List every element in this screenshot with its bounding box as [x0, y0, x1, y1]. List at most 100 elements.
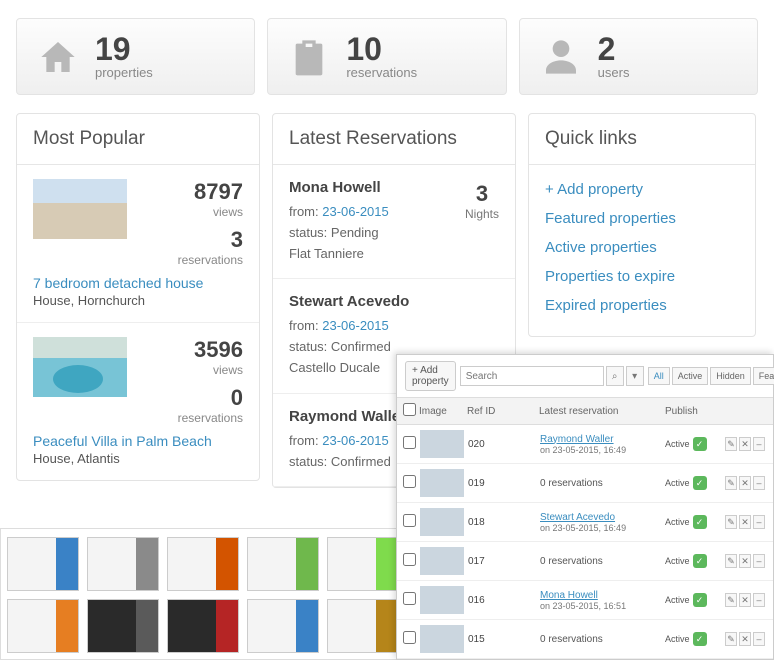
column-publish[interactable]: Publish: [665, 406, 721, 417]
publish-badge[interactable]: Active✓: [665, 515, 721, 529]
search-dropdown-icon[interactable]: ▾: [626, 366, 644, 386]
check-icon: ✓: [693, 476, 707, 490]
delete-icon[interactable]: ✕: [739, 476, 751, 490]
delete-icon[interactable]: ✕: [739, 437, 751, 451]
theme-swatch[interactable]: [247, 599, 319, 653]
quick-link-expire[interactable]: Properties to expire: [545, 262, 739, 291]
theme-swatch[interactable]: [7, 537, 79, 591]
publish-badge[interactable]: Active✓: [665, 554, 721, 568]
delete-icon[interactable]: ✕: [739, 515, 751, 529]
admin-properties-panel: + Add property ⌕ ▾ All Active Hidden Fea…: [396, 354, 774, 660]
edit-icon[interactable]: ✎: [725, 632, 737, 646]
quick-link-expired[interactable]: Expired properties: [545, 291, 739, 320]
filter-all[interactable]: All: [648, 367, 670, 385]
theme-swatch[interactable]: [327, 599, 399, 653]
column-image[interactable]: Image: [419, 406, 463, 417]
delete-icon[interactable]: ✕: [739, 593, 751, 607]
check-icon: ✓: [693, 593, 707, 607]
reservation-date-link[interactable]: 23-06-2015: [322, 433, 389, 448]
property-subtitle: House, Hornchurch: [33, 293, 243, 308]
row-checkbox[interactable]: [403, 553, 416, 566]
row-checkbox[interactable]: [403, 436, 416, 449]
guest-link[interactable]: Stewart Acevedo: [540, 512, 615, 523]
more-icon[interactable]: –: [753, 554, 765, 568]
nights-badge: 3 Nights: [465, 181, 499, 221]
property-thumbnail[interactable]: [33, 337, 127, 397]
reservation-date-link[interactable]: 23-06-2015: [322, 204, 389, 219]
row-thumbnail[interactable]: [420, 625, 464, 653]
publish-badge[interactable]: Active✓: [665, 632, 721, 646]
theme-swatch[interactable]: [167, 599, 239, 653]
edit-icon[interactable]: ✎: [725, 593, 737, 607]
property-link[interactable]: 7 bedroom detached house: [33, 275, 243, 291]
delete-icon[interactable]: ✕: [739, 554, 751, 568]
stat-properties-label: properties: [95, 65, 153, 80]
property-link[interactable]: Peaceful Villa in Palm Beach: [33, 433, 243, 449]
ref-id: 015: [468, 634, 536, 645]
publish-badge[interactable]: Active✓: [665, 476, 721, 490]
quick-link-featured[interactable]: Featured properties: [545, 204, 739, 233]
edit-icon[interactable]: ✎: [725, 437, 737, 451]
most-popular-title: Most Popular: [17, 114, 259, 165]
table-row: 0150 reservationsActive✓✎✕–: [397, 620, 773, 659]
delete-icon[interactable]: ✕: [739, 632, 751, 646]
row-checkbox[interactable]: [403, 475, 416, 488]
table-row: 016Mona Howellon 23-05-2015, 16:51Active…: [397, 581, 773, 620]
reservation-date-link[interactable]: 23-06-2015: [322, 318, 389, 333]
more-icon[interactable]: –: [753, 476, 765, 490]
filter-hidden[interactable]: Hidden: [710, 367, 751, 385]
reservation-item: 3 Nights Mona Howell from: 23-06-2015 st…: [273, 165, 515, 279]
guest-link[interactable]: Mona Howell: [540, 590, 598, 601]
more-icon[interactable]: –: [753, 593, 765, 607]
filter-active[interactable]: Active: [672, 367, 709, 385]
publish-badge[interactable]: Active✓: [665, 437, 721, 451]
row-thumbnail[interactable]: [420, 469, 464, 497]
table-header: Image Ref ID Latest reservation Publish: [397, 398, 773, 425]
row-checkbox[interactable]: [403, 514, 416, 527]
views-count: 3596: [141, 337, 243, 363]
more-icon[interactable]: –: [753, 515, 765, 529]
property-thumbnail[interactable]: [33, 179, 127, 239]
publish-badge[interactable]: Active✓: [665, 593, 721, 607]
table-row: 020Raymond Walleron 23-05-2015, 16:49Act…: [397, 425, 773, 464]
row-thumbnail[interactable]: [420, 508, 464, 536]
quick-link-active[interactable]: Active properties: [545, 233, 739, 262]
more-icon[interactable]: –: [753, 632, 765, 646]
guest-link[interactable]: Raymond Waller: [540, 434, 614, 445]
filter-featured[interactable]: Featured: [753, 367, 774, 385]
edit-icon[interactable]: ✎: [725, 554, 737, 568]
theme-swatch[interactable]: [327, 537, 399, 591]
edit-icon[interactable]: ✎: [725, 515, 737, 529]
theme-swatch[interactable]: [87, 537, 159, 591]
theme-swatch[interactable]: [247, 537, 319, 591]
edit-icon[interactable]: ✎: [725, 476, 737, 490]
quick-link-add-property[interactable]: + Add property: [545, 175, 739, 204]
search-icon[interactable]: ⌕: [606, 366, 624, 386]
panel-quick-links: Quick links + Add property Featured prop…: [528, 113, 756, 337]
more-icon[interactable]: –: [753, 437, 765, 451]
column-latest[interactable]: Latest reservation: [539, 406, 661, 417]
row-thumbnail[interactable]: [420, 430, 464, 458]
row-thumbnail[interactable]: [420, 586, 464, 614]
search-input[interactable]: [460, 366, 604, 386]
row-thumbnail[interactable]: [420, 547, 464, 575]
views-label: views: [141, 363, 243, 377]
add-property-button[interactable]: + Add property: [405, 361, 456, 391]
theme-swatch-strip: [0, 528, 406, 660]
stat-card-users[interactable]: 2 users: [519, 18, 758, 95]
latest-reservation-cell: Raymond Walleron 23-05-2015, 16:49: [540, 434, 661, 455]
stat-card-properties[interactable]: 19 properties: [16, 18, 255, 95]
stat-card-reservations[interactable]: 10 reservations: [267, 18, 506, 95]
reservations-count: 0: [141, 385, 243, 411]
guest-name: Stewart Acevedo: [289, 293, 499, 310]
theme-swatch[interactable]: [167, 537, 239, 591]
theme-swatch[interactable]: [7, 599, 79, 653]
row-checkbox[interactable]: [403, 592, 416, 605]
theme-swatch[interactable]: [87, 599, 159, 653]
views-count: 8797: [141, 179, 243, 205]
column-ref[interactable]: Ref ID: [467, 406, 535, 417]
row-checkbox[interactable]: [403, 631, 416, 644]
select-all-checkbox[interactable]: [403, 403, 416, 416]
stat-users-value: 2: [598, 33, 630, 65]
check-icon: ✓: [693, 437, 707, 451]
